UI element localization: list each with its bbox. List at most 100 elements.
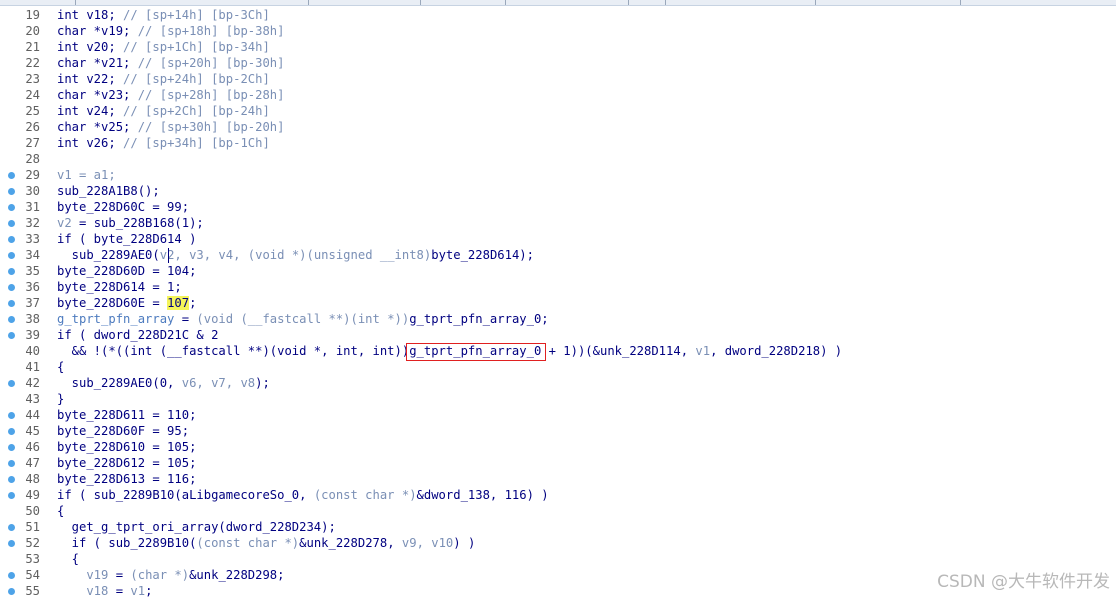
code-token[interactable]: int v20; xyxy=(57,40,123,54)
code-text[interactable]: sub_228A1B8(); xyxy=(57,183,160,199)
code-token[interactable]: if ( sub_2289B10( xyxy=(57,536,197,550)
breakpoint-dot-icon[interactable] xyxy=(8,188,15,195)
code-token[interactable]: (void (__fastcall **)(int *)) xyxy=(196,312,409,326)
tab-strip[interactable] xyxy=(0,0,1116,6)
code-token[interactable]: char *v19; xyxy=(57,24,138,38)
code-token[interactable]: ); xyxy=(255,376,270,390)
breakpoint-dot-icon[interactable] xyxy=(8,492,15,499)
code-text[interactable]: get_g_tprt_ori_array(dword_228D234); xyxy=(57,519,336,535)
code-token[interactable]: byte_228D60C = 99; xyxy=(57,200,189,214)
code-token[interactable]: sub_2289AE0(0, xyxy=(57,376,182,390)
code-line[interactable]: 35 byte_228D60D = 104; xyxy=(0,263,1116,279)
breakpoint-dot-icon[interactable] xyxy=(8,476,15,483)
code-line[interactable]: 33 if ( byte_228D614 ) xyxy=(0,231,1116,247)
code-token[interactable]: int v26; xyxy=(57,136,123,150)
code-token[interactable]: // [sp+34h] [bp-1Ch] xyxy=(123,136,270,150)
code-line[interactable]: 49 if ( sub_2289B10(aLibgamecoreSo_0, (co… xyxy=(0,487,1116,503)
code-token[interactable]: byte_228D60D = 104; xyxy=(57,264,196,278)
code-text[interactable]: v2 = sub_228B168(1); xyxy=(57,215,204,231)
code-token[interactable]: (void *) xyxy=(248,248,307,262)
code-text[interactable]: byte_228D613 = 116; xyxy=(57,471,196,487)
code-token[interactable]: // [sp+24h] [bp-2Ch] xyxy=(123,72,270,86)
code-line[interactable]: 42 sub_2289AE0(0, v6, v7, v8); xyxy=(0,375,1116,391)
code-text[interactable]: v1 = a1; xyxy=(57,167,116,183)
code-token[interactable]: v9, v10 xyxy=(402,536,453,550)
breakpoint-dot-icon[interactable] xyxy=(8,428,15,435)
breakpoint-dot-icon[interactable] xyxy=(8,316,15,323)
code-text[interactable]: char *v23; // [sp+28h] [bp-28h] xyxy=(57,87,284,103)
code-line[interactable]: 44 byte_228D611 = 110; xyxy=(0,407,1116,423)
code-token[interactable]: (unsigned __int8) xyxy=(307,248,432,262)
code-token[interactable]: int v24; xyxy=(57,104,123,118)
code-text[interactable]: int v20; // [sp+1Ch] [bp-34h] xyxy=(57,39,270,55)
code-token[interactable]: byte_228D60E = xyxy=(57,296,167,310)
code-text[interactable]: if ( sub_2289B10(aLibgamecoreSo_0, (cons… xyxy=(57,487,549,503)
code-token[interactable]: v1 xyxy=(130,584,145,598)
code-token[interactable]: v2, v3, v4, xyxy=(160,248,248,262)
code-token[interactable]: byte_228D613 = 116; xyxy=(57,472,196,486)
code-token[interactable]: get_g_tprt_ori_array(dword_228D234); xyxy=(57,520,336,534)
code-text[interactable]: sub_2289AE0(v2, v3, v4, (void *)(unsigne… xyxy=(57,247,534,263)
code-token[interactable]: byte_228D60F = 95; xyxy=(57,424,189,438)
breakpoint-dot-icon[interactable] xyxy=(8,172,15,179)
pseudocode-view[interactable]: 19 int v18; // [sp+14h] [bp-3Ch] 20 char *v… xyxy=(0,7,1116,598)
code-token[interactable]: { xyxy=(57,360,64,374)
code-text[interactable]: g_tprt_pfn_array = (void (__fastcall **)… xyxy=(57,311,549,327)
code-token[interactable]: byte_228D611 = 110; xyxy=(57,408,196,422)
code-text[interactable]: v19 = (char *)&unk_228D298; xyxy=(57,567,284,583)
code-text[interactable]: char *v21; // [sp+20h] [bp-30h] xyxy=(57,55,284,71)
breakpoint-dot-icon[interactable] xyxy=(8,236,15,243)
code-token[interactable]: v1 xyxy=(695,344,710,358)
code-token[interactable]: char *v21; xyxy=(57,56,138,70)
code-line[interactable]: 31 byte_228D60C = 99; xyxy=(0,199,1116,215)
code-text[interactable]: int v26; // [sp+34h] [bp-1Ch] xyxy=(57,135,270,151)
code-token[interactable]: int v22; xyxy=(57,72,123,86)
code-text[interactable]: if ( byte_228D614 ) xyxy=(57,231,196,247)
breakpoint-dot-icon[interactable] xyxy=(8,412,15,419)
code-text[interactable]: { xyxy=(57,359,64,375)
code-line[interactable]: 37 byte_228D60E = 107; xyxy=(0,295,1116,311)
code-text[interactable]: byte_228D60F = 95; xyxy=(57,423,189,439)
code-line[interactable]: 26 char *v25; // [sp+30h] [bp-20h] xyxy=(0,119,1116,135)
code-line[interactable]: 25 int v24; // [sp+2Ch] [bp-24h] xyxy=(0,103,1116,119)
code-line[interactable]: 24 char *v23; // [sp+28h] [bp-28h] xyxy=(0,87,1116,103)
code-line[interactable]: 29 v1 = a1; xyxy=(0,167,1116,183)
breakpoint-dot-icon[interactable] xyxy=(8,332,15,339)
code-line[interactable]: 22 char *v21; // [sp+20h] [bp-30h] xyxy=(0,55,1116,71)
code-text[interactable]: sub_2289AE0(0, v6, v7, v8); xyxy=(57,375,270,391)
code-line[interactable]: 52 if ( sub_2289B10((const char *)&unk_2… xyxy=(0,535,1116,551)
code-token[interactable]: sub_228A1B8(); xyxy=(57,184,160,198)
code-token[interactable]: if ( sub_2289B10(aLibgamecoreSo_0, xyxy=(57,488,314,502)
breakpoint-dot-icon[interactable] xyxy=(8,380,15,387)
code-line[interactable]: 28 xyxy=(0,151,1116,167)
code-token[interactable]: = xyxy=(108,584,130,598)
breakpoint-dot-icon[interactable] xyxy=(8,204,15,211)
code-line[interactable]: 23 int v22; // [sp+24h] [bp-2Ch] xyxy=(0,71,1116,87)
code-token[interactable]: } xyxy=(57,392,64,406)
code-line[interactable]: 36 byte_228D614 = 1; xyxy=(0,279,1116,295)
code-text[interactable]: int v18; // [sp+14h] [bp-3Ch] xyxy=(57,7,270,23)
code-line[interactable]: 45 byte_228D60F = 95; xyxy=(0,423,1116,439)
code-token[interactable]: char *v23; xyxy=(57,88,138,102)
breakpoint-dot-icon[interactable] xyxy=(8,524,15,531)
code-token[interactable]: = sub_228B168(1); xyxy=(72,216,204,230)
code-token[interactable]: (char *) xyxy=(130,568,189,582)
code-line[interactable]: 53 { xyxy=(0,551,1116,567)
code-text[interactable]: byte_228D614 = 1; xyxy=(57,279,182,295)
code-token[interactable]: if ( dword_228D21C & 2 xyxy=(57,328,218,342)
code-line[interactable]: 38 g_tprt_pfn_array = (void (__fastcall *… xyxy=(0,311,1116,327)
code-line[interactable]: 41 { xyxy=(0,359,1116,375)
code-token[interactable]: byte_228D612 = 105; xyxy=(57,456,196,470)
code-line[interactable]: 46 byte_228D610 = 105; xyxy=(0,439,1116,455)
code-token[interactable]: && !(*((int (__fastcall **)(void *, int,… xyxy=(57,344,410,358)
code-text[interactable]: v18 = v1; xyxy=(57,583,152,598)
breakpoint-dot-icon[interactable] xyxy=(8,572,15,579)
code-token[interactable]: = xyxy=(108,568,130,582)
code-token[interactable]: // [sp+18h] [bp-38h] xyxy=(138,24,285,38)
code-token[interactable]: + 1))(&unk_228D114, xyxy=(541,344,695,358)
code-text[interactable]: if ( sub_2289B10((const char *)&unk_228D… xyxy=(57,535,476,551)
code-token[interactable]: // [sp+30h] [bp-20h] xyxy=(138,120,285,134)
code-line[interactable]: 51 get_g_tprt_ori_array(dword_228D234); xyxy=(0,519,1116,535)
code-line[interactable]: 40 && !(*((int (__fastcall **)(void *, i… xyxy=(0,343,1116,359)
code-text[interactable]: int v22; // [sp+24h] [bp-2Ch] xyxy=(57,71,270,87)
